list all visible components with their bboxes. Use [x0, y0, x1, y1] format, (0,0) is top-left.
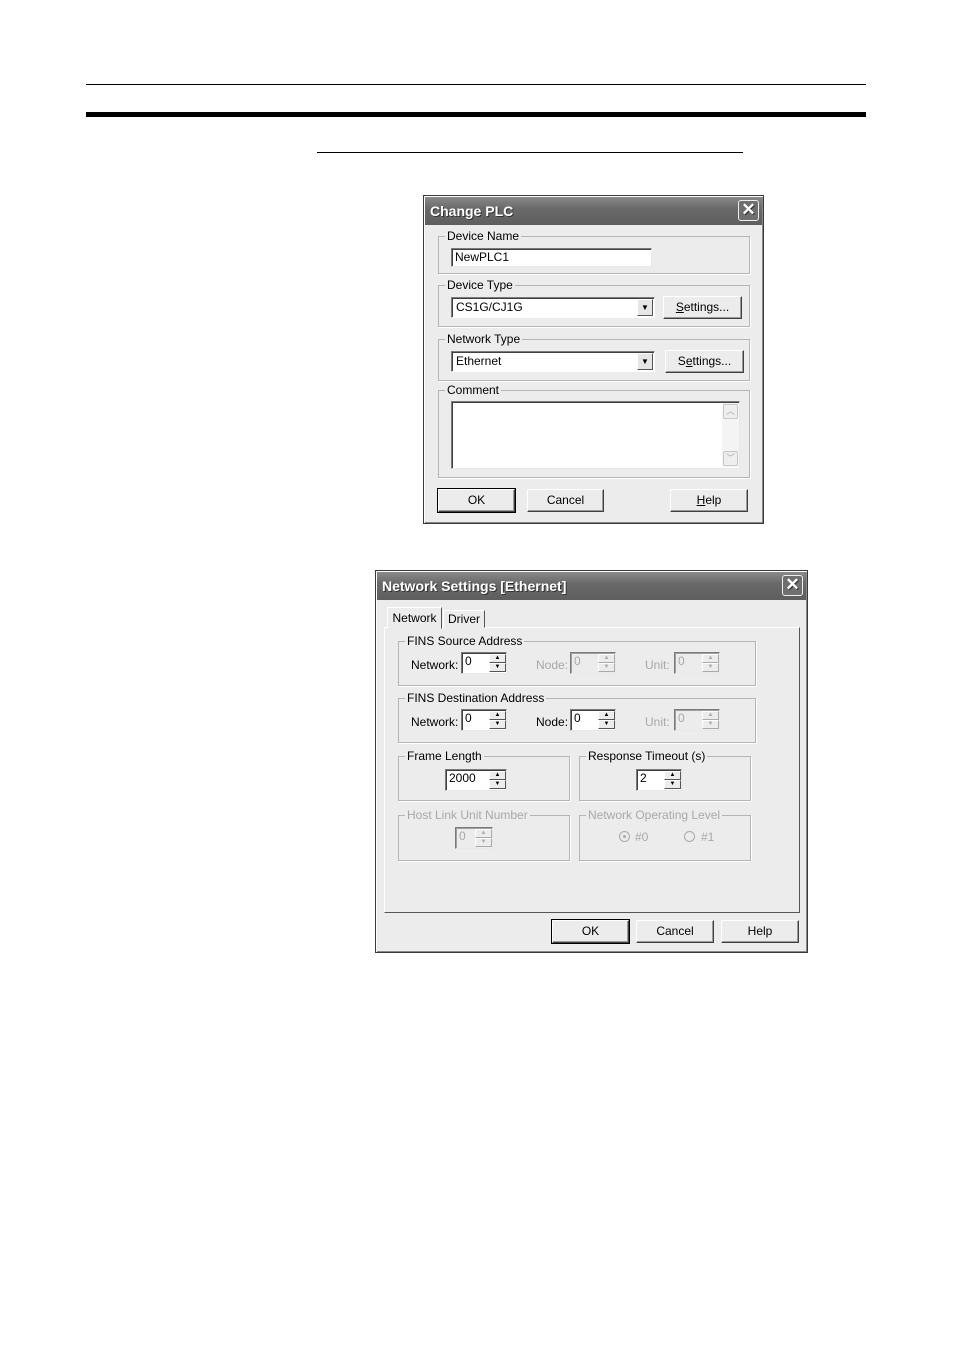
response-timeout-label: Response Timeout (s): [586, 749, 708, 763]
help-button[interactable]: Help: [670, 489, 748, 512]
network-type-value: Ethernet: [456, 354, 502, 368]
source-unit-label: Unit:: [645, 658, 670, 672]
close-icon[interactable]: ✕: [782, 575, 803, 596]
frame-length-group: Frame Length 2000 ▲ ▼: [398, 749, 570, 801]
comment-group: Comment ︿ ﹀: [438, 383, 750, 478]
device-type-group: Device Type CS1G/CJ1G ▼ Settings...: [438, 278, 750, 327]
network-settings-titlebar[interactable]: Network Settings [Ethernet] ✕: [377, 572, 806, 600]
help-button[interactable]: Help: [721, 920, 799, 943]
spin-down-icon[interactable]: ▼: [489, 663, 506, 672]
device-type-settings-label: ettings...: [683, 300, 730, 314]
dialog-title: Network Settings [Ethernet]: [382, 578, 567, 594]
network-type-label: Network Type: [445, 332, 523, 346]
level-1-radio[interactable]: [684, 831, 695, 842]
spin-down-icon[interactable]: ▼: [475, 838, 492, 847]
spin-up-icon[interactable]: ▲: [489, 771, 506, 780]
spin-down-icon[interactable]: ▼: [664, 780, 681, 789]
fins-destination-group: FINS Destination Address Network: 0 ▲ ▼ N…: [398, 691, 756, 743]
dialog-title: Change PLC: [430, 203, 514, 219]
network-type-select[interactable]: Ethernet ▼: [451, 351, 655, 372]
response-timeout-group: Response Timeout (s) 2 ▲ ▼: [579, 749, 751, 801]
spin-up-icon[interactable]: ▲: [475, 829, 492, 838]
host-link-unit-group: Host Link Unit Number 0 ▲ ▼: [398, 808, 570, 861]
scroll-down-icon[interactable]: ﹀: [723, 451, 738, 466]
network-type-settings-button[interactable]: Settings...: [665, 350, 744, 373]
chevron-down-icon[interactable]: ▼: [637, 299, 653, 316]
scroll-up-icon[interactable]: ︿: [723, 404, 738, 419]
ok-button[interactable]: OK: [437, 488, 516, 513]
close-icon[interactable]: ✕: [738, 200, 759, 221]
destination-network-label: Network:: [411, 715, 459, 729]
level-0-label: #0: [635, 830, 649, 844]
ok-button[interactable]: OK: [551, 919, 630, 944]
device-type-label: Device Type: [445, 278, 515, 292]
tab-driver[interactable]: Driver: [443, 610, 485, 628]
device-type-select[interactable]: CS1G/CJ1G ▼: [451, 297, 655, 318]
spin-up-icon[interactable]: ▲: [598, 711, 615, 720]
spin-down-icon[interactable]: ▼: [489, 720, 506, 729]
fins-source-label: FINS Source Address: [405, 634, 525, 648]
comment-scrollbar[interactable]: ︿ ﹀: [722, 403, 739, 467]
section-rule: [317, 152, 743, 153]
spin-down-icon[interactable]: ▼: [702, 663, 719, 672]
source-network-label: Network:: [411, 658, 459, 672]
spin-up-icon[interactable]: ▲: [598, 654, 615, 663]
spin-up-icon[interactable]: ▲: [702, 654, 719, 663]
header-rule-thick: [86, 112, 866, 117]
change-plc-titlebar[interactable]: Change PLC ✕: [425, 197, 762, 225]
chevron-down-icon[interactable]: ▼: [637, 353, 653, 370]
frame-length-label: Frame Length: [405, 749, 484, 763]
device-name-group: Device Name NewPLC1: [438, 229, 750, 274]
network-operating-level-label: Network Operating Level: [586, 808, 723, 822]
spin-up-icon[interactable]: ▲: [489, 654, 506, 663]
spin-down-icon[interactable]: ▼: [598, 663, 615, 672]
change-plc-dialog: Change PLC ✕ Device Name NewPLC1 Device …: [423, 195, 764, 524]
host-link-unit-label: Host Link Unit Number: [405, 808, 530, 822]
destination-unit-label: Unit:: [645, 715, 670, 729]
spin-down-icon[interactable]: ▼: [489, 780, 506, 789]
fins-source-group: FINS Source Address Network: 0 ▲ ▼ Node: …: [398, 634, 756, 686]
spin-up-icon[interactable]: ▲: [702, 711, 719, 720]
device-type-settings-button[interactable]: Settings...: [663, 296, 742, 319]
header-rule-thin: [86, 84, 866, 85]
spin-down-icon[interactable]: ▼: [598, 720, 615, 729]
device-name-input[interactable]: NewPLC1: [451, 248, 652, 267]
comment-textarea[interactable]: [451, 401, 740, 469]
tab-network[interactable]: Network: [387, 607, 442, 629]
cancel-button[interactable]: Cancel: [636, 920, 714, 943]
destination-node-label: Node:: [536, 715, 569, 729]
device-type-value: CS1G/CJ1G: [456, 300, 523, 314]
spin-down-icon[interactable]: ▼: [702, 720, 719, 729]
spin-up-icon[interactable]: ▲: [664, 771, 681, 780]
cancel-button[interactable]: Cancel: [527, 489, 604, 512]
comment-label: Comment: [445, 383, 502, 397]
device-name-label: Device Name: [445, 229, 522, 243]
network-type-group: Network Type Ethernet ▼ Settings...: [438, 332, 750, 381]
network-settings-dialog: Network Settings [Ethernet] ✕ Network Dr…: [375, 570, 808, 953]
spin-up-icon[interactable]: ▲: [489, 711, 506, 720]
level-0-radio[interactable]: [619, 831, 630, 842]
network-operating-level-group: Network Operating Level #0 #1: [579, 808, 751, 861]
level-1-label: #1: [701, 830, 715, 844]
fins-destination-label: FINS Destination Address: [405, 691, 547, 705]
source-node-label: Node:: [536, 658, 569, 672]
